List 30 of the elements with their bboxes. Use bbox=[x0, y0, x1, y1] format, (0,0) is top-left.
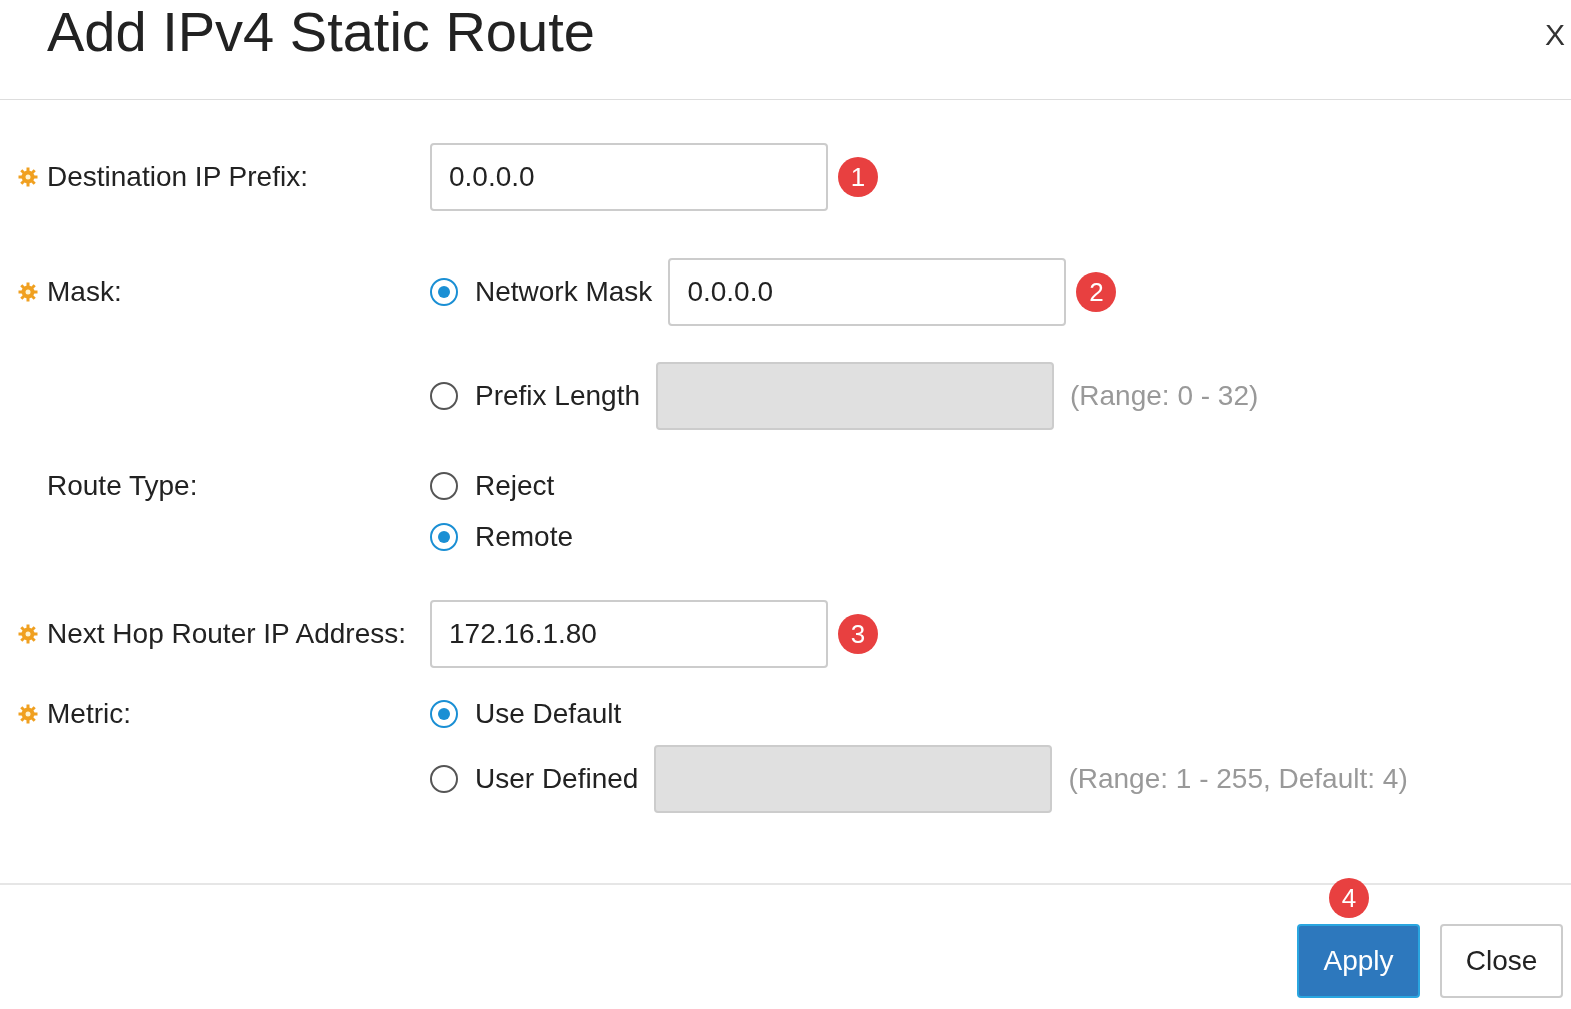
step-badge: 2 bbox=[1076, 272, 1117, 312]
input-field[interactable]: 172.16.1.80 bbox=[430, 600, 828, 668]
radio-button[interactable] bbox=[430, 278, 458, 306]
field-label: Route Type: bbox=[47, 469, 198, 503]
radio-label: Use Default bbox=[475, 697, 622, 731]
radio-label: Prefix Length bbox=[475, 379, 640, 413]
step-badge: 3 bbox=[838, 614, 878, 654]
range-hint: (Range: 0 - 32) bbox=[1070, 379, 1259, 413]
radio-button[interactable] bbox=[430, 472, 458, 500]
field-label: Mask: bbox=[47, 275, 122, 309]
radio-button[interactable] bbox=[430, 523, 458, 551]
input-field[interactable]: 0.0.0.0 bbox=[668, 258, 1067, 326]
close-button[interactable]: X bbox=[1545, 20, 1565, 50]
radio-label: Remote bbox=[475, 520, 574, 554]
radio-button[interactable] bbox=[430, 765, 458, 793]
dialog-title: Add IPv4 Static Route bbox=[47, 0, 595, 65]
range-hint: (Range: 1 - 255, Default: 4) bbox=[1068, 762, 1408, 796]
radio-label: Network Mask bbox=[475, 275, 653, 309]
close-button[interactable]: Close bbox=[1440, 924, 1563, 998]
field-label: Metric: bbox=[47, 697, 131, 731]
step-badge: 4 bbox=[1329, 878, 1369, 918]
step-badge: 1 bbox=[838, 157, 878, 197]
radio-label: User Defined bbox=[475, 762, 639, 796]
field-label: Next Hop Router IP Address: bbox=[47, 617, 406, 651]
radio-label: Reject bbox=[475, 469, 555, 503]
input-field[interactable]: 0.0.0.0 bbox=[430, 143, 828, 211]
apply-button[interactable]: Apply bbox=[1297, 924, 1420, 998]
field-label: Destination IP Prefix: bbox=[47, 160, 308, 194]
radio-button[interactable] bbox=[430, 700, 458, 728]
radio-button[interactable] bbox=[430, 382, 458, 410]
